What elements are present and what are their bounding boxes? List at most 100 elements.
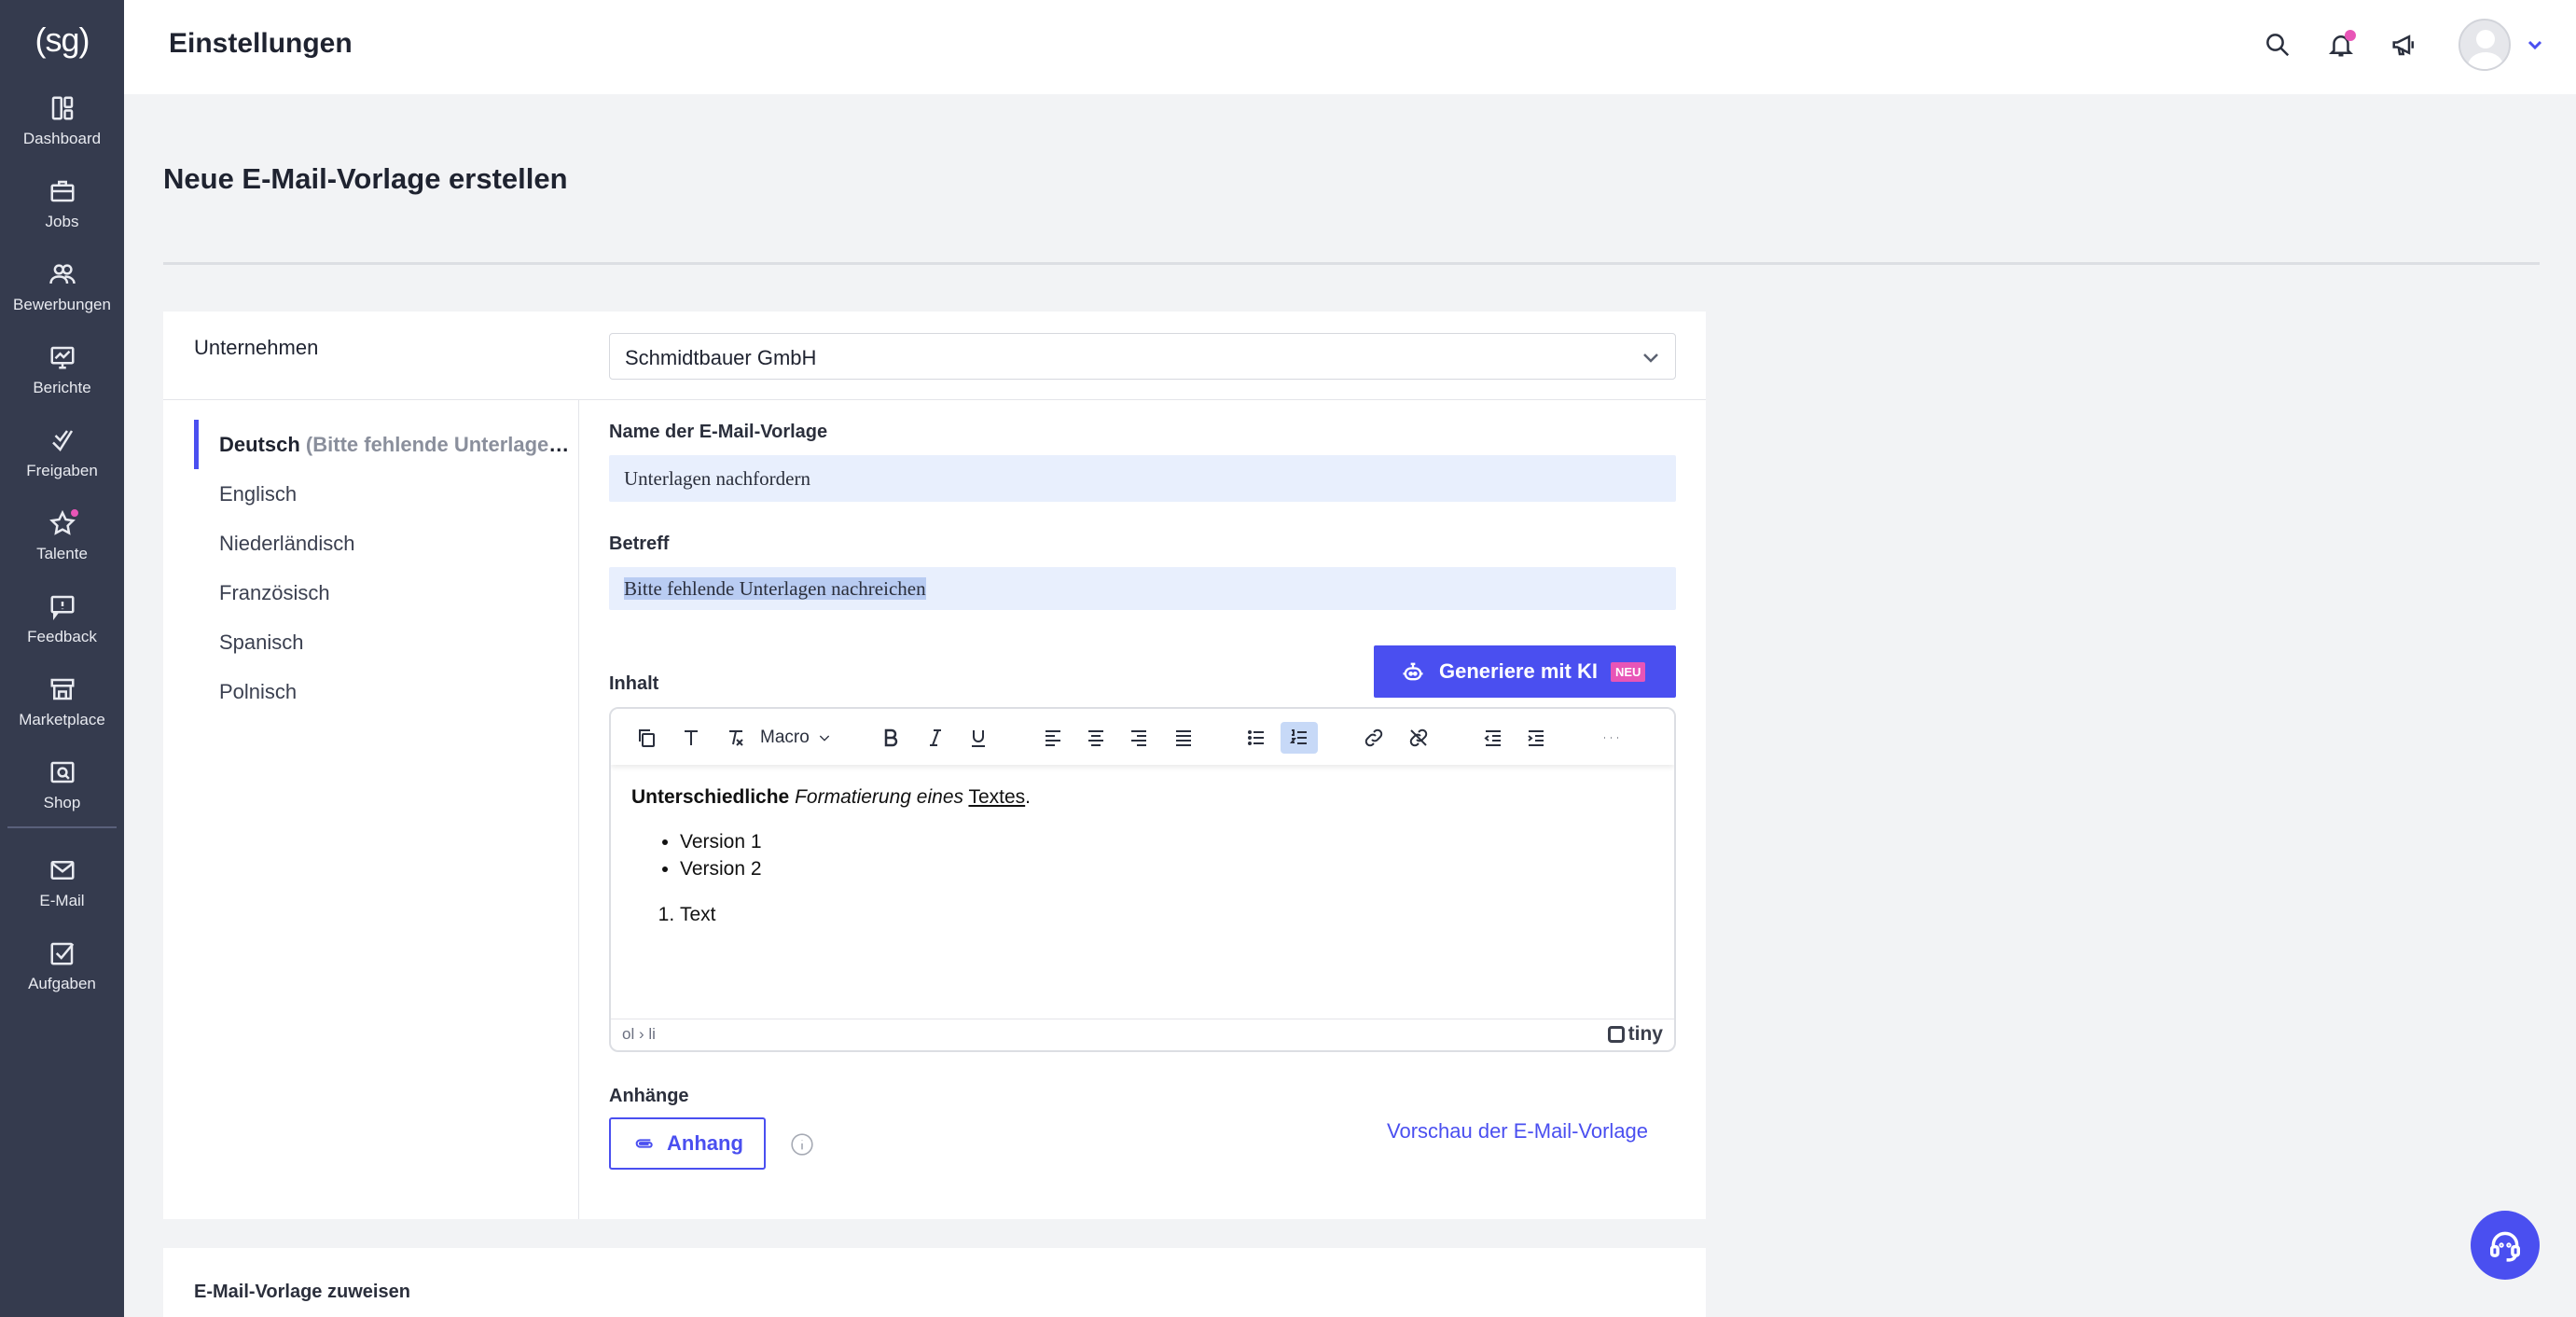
sidebar-item-talente[interactable]: Talente: [0, 507, 124, 584]
underline-text: Textes: [968, 786, 1026, 808]
editor-toolbar: Macro: [611, 709, 1674, 765]
indent-icon[interactable]: [1517, 722, 1555, 754]
sidebar-item-marketplace[interactable]: Marketplace: [0, 675, 124, 750]
sidebar-item-berichte[interactable]: Berichte: [0, 343, 124, 418]
text-format-icon[interactable]: [672, 722, 710, 754]
language-tab-spanisch[interactable]: Spanisch: [194, 617, 578, 667]
macro-dropdown[interactable]: Macro: [760, 722, 832, 754]
language-tab-polnisch[interactable]: Polnisch: [194, 667, 578, 716]
headset-icon: [2490, 1231, 2520, 1262]
avatar[interactable]: [2458, 19, 2511, 71]
sidebar-item-email[interactable]: E-Mail: [0, 856, 124, 931]
sidebar-item-dashboard[interactable]: Dashboard: [0, 94, 124, 169]
element-path[interactable]: ol › li: [622, 1025, 656, 1044]
sidebar-item-label: Marketplace: [19, 711, 105, 728]
assign-template-card: E-Mail-Vorlage zuweisen: [163, 1248, 1706, 1317]
report-icon: [48, 343, 76, 371]
dashboard-icon: [48, 94, 76, 122]
attachments-label: Anhänge: [609, 1086, 689, 1106]
chevron-down-icon: [819, 735, 829, 742]
sidebar-item-bewerbungen[interactable]: Bewerbungen: [0, 260, 124, 335]
support-chat-button[interactable]: [2471, 1211, 2540, 1280]
template-form-card: Unternehmen Schmidtbauer GmbH Deutsch (B…: [163, 312, 1706, 1219]
more-icon[interactable]: [1592, 722, 1629, 754]
tiny-logo-icon: [1607, 1026, 1625, 1043]
rich-text-editor[interactable]: Macro Unterschiedliche Formatierung eine…: [609, 707, 1676, 1052]
briefcase-icon: [48, 177, 76, 205]
star-icon: [48, 507, 80, 537]
language-tab-deutsch[interactable]: Deutsch (Bitte fehlende Unterlagen nachr…: [194, 420, 578, 469]
top-bar: Einstellungen: [124, 0, 2576, 94]
numbered-list-icon[interactable]: [1281, 722, 1318, 754]
app-logo[interactable]: (sg): [0, 13, 124, 67]
bell-icon[interactable]: [2324, 28, 2358, 62]
align-right-icon[interactable]: [1120, 722, 1157, 754]
chevron-down-icon[interactable]: [2524, 34, 2546, 56]
list-item: Text: [680, 901, 1031, 928]
link-icon[interactable]: [1355, 722, 1392, 754]
sidebar-item-label: Bewerbungen: [13, 296, 111, 313]
divider: [578, 399, 579, 1219]
avatar-head: [2476, 30, 2495, 49]
copy-icon[interactable]: [628, 722, 665, 754]
sidebar-item-label: Freigaben: [26, 462, 98, 479]
users-icon: [48, 260, 76, 288]
unlink-icon[interactable]: [1400, 722, 1437, 754]
language-tab-englisch[interactable]: Englisch: [194, 469, 578, 519]
assign-section-title: E-Mail-Vorlage zuweisen: [194, 1282, 410, 1302]
chevron-down-icon: [1640, 346, 1662, 368]
new-badge: NEU: [1610, 661, 1646, 682]
align-justify-icon[interactable]: [1165, 722, 1202, 754]
bullet-list-icon[interactable]: [1238, 722, 1275, 754]
template-name-input[interactable]: Unterlagen nachfordern: [609, 455, 1676, 502]
clear-format-icon[interactable]: [717, 722, 755, 754]
list-item: Version 2: [680, 855, 1031, 882]
macro-label: Macro: [760, 728, 810, 747]
bold-icon[interactable]: [872, 722, 909, 754]
outdent-icon[interactable]: [1475, 722, 1512, 754]
tiny-logo[interactable]: tiny: [1607, 1023, 1663, 1046]
preview-template-link[interactable]: Vorschau der E-Mail-Vorlage: [1387, 1119, 1648, 1144]
sidebar-item-shop[interactable]: Shop: [0, 758, 124, 833]
search-icon[interactable]: [2261, 28, 2294, 62]
generate-ai-button[interactable]: Generiere mit KI NEU: [1374, 645, 1676, 698]
sidebar-item-label: Shop: [43, 794, 81, 811]
add-attachment-button[interactable]: Anhang: [609, 1117, 766, 1170]
tiny-logo-text: tiny: [1627, 1023, 1663, 1045]
paragraph-period: .: [1025, 786, 1032, 808]
bullet-list: Version 1 Version 2: [680, 828, 1031, 882]
generate-ai-label: Generiere mit KI: [1439, 659, 1598, 683]
list-item: Version 1: [680, 828, 1031, 855]
feedback-icon: [48, 592, 76, 620]
sidebar-item-jobs[interactable]: Jobs: [0, 177, 124, 252]
subject-input[interactable]: Bitte fehlende Unterlagen nachreichen: [609, 567, 1676, 610]
italic-icon[interactable]: [917, 722, 954, 754]
language-tab-niederlaendisch[interactable]: Niederländisch: [194, 519, 578, 568]
sidebar-item-label: Aufgaben: [28, 975, 96, 992]
underline-icon[interactable]: [960, 722, 997, 754]
language-hint: (Bitte fehlende Unterlagen nachreichen): [305, 433, 578, 456]
info-icon[interactable]: [790, 1132, 814, 1157]
language-label: Deutsch: [219, 433, 300, 456]
numbered-list: Text: [680, 901, 1031, 928]
avatar-body: [2468, 52, 2503, 69]
editor-content[interactable]: Unterschiedliche Formatierung eines Text…: [631, 783, 1031, 928]
approval-icon: [48, 426, 76, 454]
editor-statusbar: ol › li tiny: [611, 1019, 1674, 1050]
italic-text: Formatierung eines: [795, 786, 963, 808]
sidebar-item-label: E-Mail: [39, 892, 85, 909]
align-left-icon[interactable]: [1034, 722, 1072, 754]
divider: [163, 262, 2540, 265]
paperclip-icon: [635, 1139, 653, 1148]
language-tab-franzoesisch[interactable]: Französisch: [194, 568, 578, 617]
company-select[interactable]: Schmidtbauer GmbH: [609, 333, 1676, 380]
align-center-icon[interactable]: [1077, 722, 1115, 754]
bold-text: Unterschiedliche: [631, 786, 790, 808]
tasks-icon: [48, 939, 76, 967]
subject-selected-text: Bitte fehlende Unterlagen nachreichen: [624, 577, 926, 600]
sidebar-item-aufgaben[interactable]: Aufgaben: [0, 939, 124, 1014]
company-label: Unternehmen: [194, 336, 319, 359]
sidebar-item-feedback[interactable]: Feedback: [0, 592, 124, 667]
megaphone-icon[interactable]: [2388, 28, 2421, 62]
sidebar-item-freigaben[interactable]: Freigaben: [0, 426, 124, 501]
